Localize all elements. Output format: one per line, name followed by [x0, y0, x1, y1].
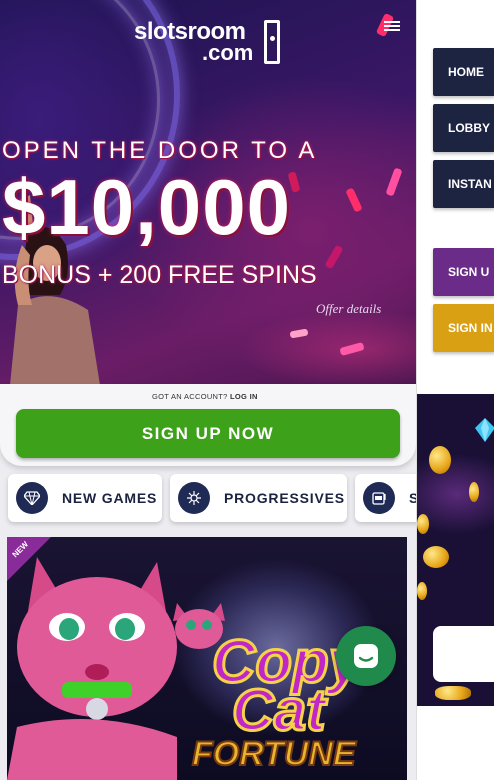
- logo-domain: .com: [202, 40, 254, 65]
- account-prompt-text: GOT AN ACCOUNT?: [152, 392, 228, 401]
- hero-banner: slotsroom .com OPEN THE DOOR TO A $10,00…: [0, 0, 416, 385]
- gem-icon: [475, 418, 494, 442]
- chat-bubble-icon: [354, 644, 378, 668]
- side-drawer: HOME LOBBY INSTAN SIGN U SIGN IN: [416, 0, 494, 780]
- category-label: PROGRESSIVES: [224, 490, 345, 506]
- diamond-icon: [16, 482, 48, 514]
- drawer-sign-up-button[interactable]: SIGN U: [433, 248, 494, 296]
- nav-lobby[interactable]: LOBBY: [433, 104, 494, 152]
- hero-amount: $10,000: [2, 163, 291, 251]
- game-title-line2: Cat: [230, 677, 326, 745]
- hamburger-menu-icon[interactable]: [380, 16, 404, 36]
- drawer-promo-image[interactable]: [417, 394, 494, 706]
- category-slots[interactable]: S: [355, 474, 416, 522]
- coin: [469, 482, 479, 502]
- sign-up-now-button[interactable]: SIGN UP NOW: [16, 409, 400, 458]
- coin: [429, 446, 451, 474]
- hero-subline: BONUS + 200 FREE SPINS: [2, 261, 317, 289]
- hero-headline: OPEN THE DOOR TO A: [2, 137, 318, 164]
- main-column: slotsroom .com OPEN THE DOOR TO A $10,00…: [0, 0, 416, 780]
- slotsroom-logo[interactable]: slotsroom .com: [134, 18, 284, 68]
- slot-machine-icon: [363, 482, 395, 514]
- drawer-sign-in-button[interactable]: SIGN IN: [433, 304, 494, 352]
- sparkle-icon: [178, 482, 210, 514]
- account-prompt: GOT AN ACCOUNT? LOG IN: [152, 392, 258, 401]
- category-label: NEW GAMES: [62, 490, 158, 506]
- category-new-games[interactable]: NEW GAMES: [8, 474, 162, 522]
- coin: [417, 582, 427, 600]
- category-progressives[interactable]: PROGRESSIVES: [170, 474, 347, 522]
- confetti: [289, 328, 309, 339]
- offer-details-link[interactable]: Offer details: [316, 301, 381, 317]
- chat-button[interactable]: [336, 626, 396, 686]
- confetti: [339, 342, 365, 356]
- coin: [417, 514, 429, 534]
- door-icon: [264, 20, 280, 64]
- coin: [435, 686, 471, 700]
- coin: [423, 546, 449, 568]
- drawer-promo-card: [433, 626, 494, 682]
- game-title-line3: FORTUNE: [191, 734, 357, 774]
- nav-home[interactable]: HOME: [433, 48, 494, 96]
- login-link[interactable]: LOG IN: [230, 392, 258, 401]
- confetti: [324, 244, 344, 270]
- category-label: S: [409, 490, 416, 506]
- nav-instant[interactable]: INSTAN: [433, 160, 494, 208]
- confetti: [385, 167, 403, 197]
- confetti: [345, 187, 363, 213]
